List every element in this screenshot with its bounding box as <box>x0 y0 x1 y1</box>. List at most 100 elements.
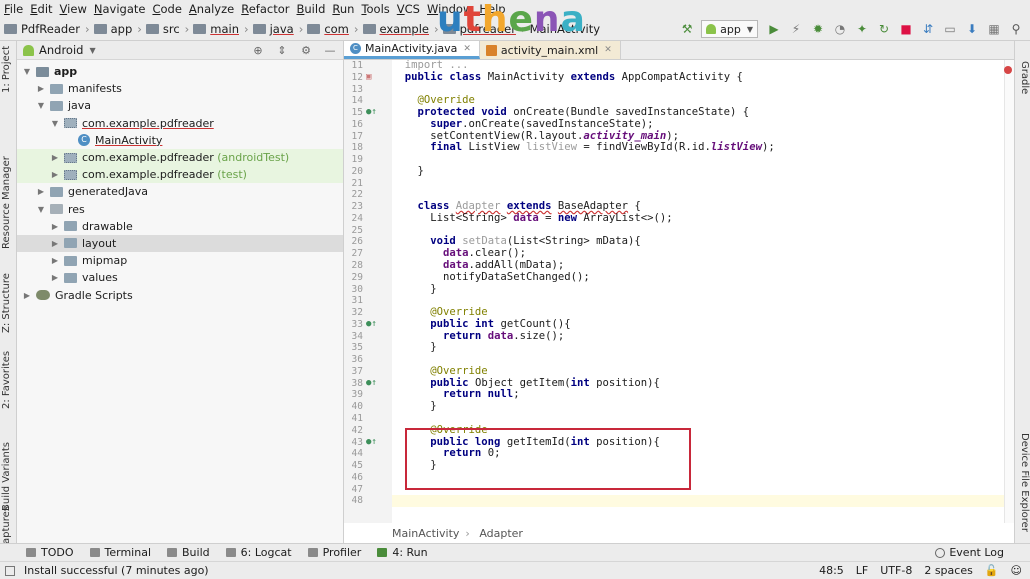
tool-structure[interactable]: Z: Structure <box>1 273 12 333</box>
project-view-select[interactable]: Android ▼ ⊕ ⇕ ⚙ — <box>17 41 343 60</box>
class-gutter-icon[interactable]: ▣ <box>366 72 376 84</box>
collapsed-arrow-icon[interactable]: ▶ <box>21 291 33 300</box>
menu-file[interactable]: File <box>4 2 23 16</box>
collapsed-arrow-icon[interactable]: ▶ <box>49 222 61 231</box>
tab-mainactivity-java[interactable]: C MainActivity.java ✕ <box>344 41 480 59</box>
override-gutter-icon[interactable]: ●↑ <box>366 378 377 390</box>
breadcrumb-com[interactable]: com › <box>307 22 359 36</box>
cursor-position[interactable]: 48:5 <box>819 564 844 577</box>
gear-icon[interactable]: ⚙ <box>299 44 313 57</box>
collapsed-arrow-icon[interactable]: ▶ <box>49 256 61 265</box>
tool-build[interactable]: Build <box>167 546 210 559</box>
debug-icon[interactable]: ✹ <box>810 21 826 37</box>
lock-icon[interactable]: 🔓 <box>985 564 999 577</box>
tool-todo[interactable]: TODO <box>26 546 74 559</box>
collapsed-arrow-icon[interactable]: ▶ <box>49 170 61 179</box>
tree-item-package-test[interactable]: ▶ com.example.pdfreader (test) <box>17 166 343 184</box>
tab-activity-main-xml[interactable]: activity_main.xml ✕ <box>479 41 621 59</box>
close-icon[interactable]: ✕ <box>604 45 612 55</box>
file-encoding[interactable]: UTF-8 <box>880 564 912 577</box>
breadcrumb-src[interactable]: src › <box>145 22 189 36</box>
tool-logcat[interactable]: 6: Logcat <box>225 546 292 559</box>
status-message[interactable]: Install successful (7 minutes ago) <box>24 564 209 577</box>
tree-item-package[interactable]: ▼ com.example.pdfreader <box>17 115 343 132</box>
tool-resource-manager[interactable]: Resource Manager <box>1 156 12 249</box>
breadcrumb-project[interactable]: PdfReader › <box>4 22 90 36</box>
tool-device-file-explorer[interactable]: Device File Explorer <box>1019 433 1030 532</box>
tree-item-java[interactable]: ▼ java <box>17 97 343 114</box>
locate-icon[interactable]: ⊕ <box>251 44 265 57</box>
error-indicator-icon[interactable] <box>1004 66 1012 74</box>
editor-breadcrumb-mainactivity[interactable]: MainActivity <box>392 527 459 540</box>
tool-terminal[interactable]: Terminal <box>89 546 151 559</box>
menu-run[interactable]: Run <box>332 2 354 16</box>
editor-breadcrumb-adapter[interactable]: Adapter <box>479 527 523 540</box>
run-icon[interactable]: ▶ <box>766 21 782 37</box>
hide-panel-icon[interactable]: — <box>323 44 337 57</box>
breadcrumb-java[interactable]: java › <box>252 22 303 36</box>
line-separator[interactable]: LF <box>856 564 868 577</box>
search-icon[interactable]: ⚲ <box>1008 21 1024 37</box>
tree-item-mipmap[interactable]: ▶ mipmap <box>17 252 343 269</box>
sync-gradle-icon[interactable]: ⇵ <box>920 21 936 37</box>
collapsed-arrow-icon[interactable]: ▶ <box>49 239 61 248</box>
tree-item-gradle-scripts[interactable]: ▶ Gradle Scripts <box>17 286 343 303</box>
tool-project[interactable]: 1: Project <box>1 46 12 93</box>
override-gutter-icon[interactable]: ●↑ <box>366 437 377 449</box>
tree-item-app[interactable]: ▼ app <box>17 63 343 80</box>
expanded-arrow-icon[interactable]: ▼ <box>35 205 47 214</box>
override-gutter-icon[interactable]: ●↑ <box>366 319 377 331</box>
apply-changes-icon[interactable]: ⚡ <box>788 21 804 37</box>
tool-run[interactable]: 4: Run <box>377 546 428 559</box>
avd-manager-icon[interactable]: ▭ <box>942 21 958 37</box>
menu-analyze[interactable]: Analyze <box>189 2 234 16</box>
editor-scrollbar[interactable] <box>1004 60 1014 523</box>
tree-item-layout[interactable]: ▶ layout <box>17 234 343 253</box>
collapsed-arrow-icon[interactable]: ▶ <box>49 153 61 162</box>
menu-edit[interactable]: Edit <box>30 2 52 16</box>
close-icon[interactable]: ✕ <box>463 44 471 54</box>
rerun-icon[interactable]: ↻ <box>876 21 892 37</box>
sdk-manager-icon[interactable]: ⬇ <box>964 21 980 37</box>
menu-build[interactable]: Build <box>297 2 326 16</box>
collapsed-arrow-icon[interactable]: ▶ <box>49 273 61 282</box>
collapse-all-icon[interactable]: ⇕ <box>275 44 289 57</box>
tree-item-generatedjava[interactable]: ▶ generatedJava <box>17 183 343 200</box>
run-configuration-select[interactable]: app ▼ <box>701 20 758 38</box>
tree-item-package-androidtest[interactable]: ▶ com.example.pdfreader (androidTest) <box>17 148 343 167</box>
menu-refactor[interactable]: Refactor <box>241 2 289 16</box>
breadcrumb-example[interactable]: example › <box>362 22 439 36</box>
menu-navigate[interactable]: Navigate <box>94 2 146 16</box>
menu-tools[interactable]: Tools <box>361 2 389 16</box>
stop-icon[interactable]: ■ <box>898 21 914 37</box>
breadcrumb-main[interactable]: main › <box>193 22 249 36</box>
breadcrumb-app[interactable]: app › <box>93 22 142 36</box>
tree-item-values[interactable]: ▶ values <box>17 269 343 286</box>
tool-event-log[interactable]: Event Log <box>935 546 1004 559</box>
tool-gradle[interactable]: Gradle <box>1019 61 1030 94</box>
build-hammer-icon[interactable]: ⚒ <box>679 21 695 37</box>
expanded-arrow-icon[interactable]: ▼ <box>49 119 61 128</box>
tree-item-drawable[interactable]: ▶ drawable <box>17 218 343 235</box>
profile-icon[interactable]: ◔ <box>832 21 848 37</box>
expanded-arrow-icon[interactable]: ▼ <box>35 101 47 110</box>
tree-item-mainactivity[interactable]: C MainActivity <box>17 132 343 149</box>
tree-item-manifests[interactable]: ▶ manifests <box>17 80 343 97</box>
collapsed-arrow-icon[interactable]: ▶ <box>35 84 47 93</box>
inspector-icon[interactable]: ☺ <box>1011 564 1022 577</box>
code-line: 19 <box>351 154 363 166</box>
indent-setting[interactable]: 2 spaces <box>924 564 973 577</box>
tool-favorites[interactable]: 2: Favorites <box>1 351 12 409</box>
menu-view[interactable]: View <box>60 2 87 16</box>
tool-profiler[interactable]: Profiler <box>307 546 361 559</box>
expanded-arrow-icon[interactable]: ▼ <box>21 67 33 76</box>
override-gutter-icon[interactable]: ●↑ <box>366 107 377 119</box>
tool-build-variants[interactable]: Build Variants <box>1 442 12 511</box>
layout-inspector-icon[interactable]: ▦ <box>986 21 1002 37</box>
toggle-tool-windows-icon[interactable] <box>5 566 15 576</box>
menu-code[interactable]: Code <box>152 2 181 16</box>
collapsed-arrow-icon[interactable]: ▶ <box>35 187 47 196</box>
attach-debugger-icon[interactable]: ✦ <box>854 21 870 37</box>
tree-item-res[interactable]: ▼ res <box>17 201 343 218</box>
menu-vcs[interactable]: VCS <box>397 2 420 16</box>
